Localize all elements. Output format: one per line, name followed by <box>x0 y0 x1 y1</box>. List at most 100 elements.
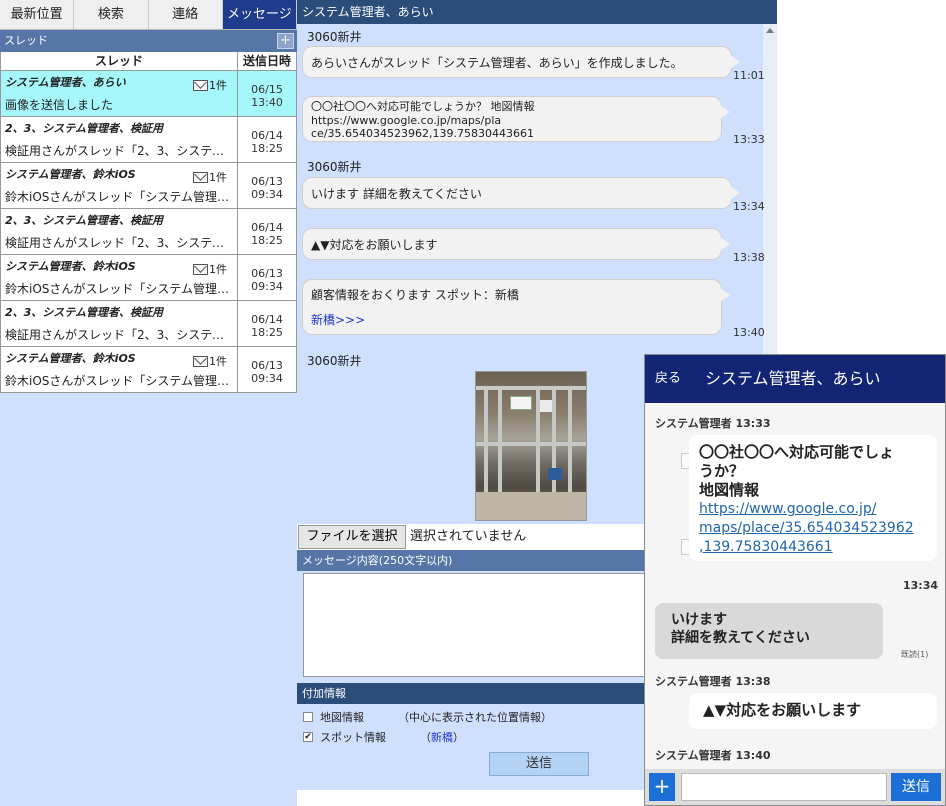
thread-table-header: スレッド 送信日時 <box>1 52 296 71</box>
thread-datetime: 06/13 09:34 <box>238 163 296 208</box>
column-header-thread: スレッド <box>1 52 238 70</box>
phone-map-link[interactable]: maps/place/35.654034523962 <box>699 519 927 538</box>
add-thread-button[interactable]: + <box>277 33 294 49</box>
send-button[interactable]: 送信 <box>489 752 589 776</box>
phone-title: システム管理者、あらい <box>705 369 881 388</box>
chat-title: システム管理者、あらい <box>297 0 777 24</box>
tab-search[interactable]: 検索 <box>74 0 149 29</box>
spot-link[interactable]: 新橋>>> <box>311 311 713 328</box>
photo-detail <box>498 390 502 500</box>
mail-icon <box>193 171 208 183</box>
choose-file-button[interactable]: ファイルを選択 <box>298 525 406 549</box>
main-tabs: 最新位置 検索 連絡 メッセージ <box>0 0 297 30</box>
thread-row[interactable]: システム管理者、鈴木iOS 1件 鈴木iOSさんがスレッド「システム管理者、… … <box>1 255 296 301</box>
thread-preview: 鈴木iOSさんがスレッド「システム管理者、… <box>5 374 233 388</box>
option-spot-paren-open: （ <box>420 731 431 744</box>
phone-own-bubble: いけます 詳細を教えてください <box>655 603 883 659</box>
thread-cell: システム管理者、鈴木iOS 1件 鈴木iOSさんがスレッド「システム管理者、… <box>1 347 238 392</box>
unread-count: 1件 <box>209 263 227 276</box>
thread-datetime: 06/13 09:34 <box>238 255 296 300</box>
thread-header: スレッド + <box>0 30 297 52</box>
thread-title: システム管理者、鈴木iOS <box>5 168 136 181</box>
spot-checkbox[interactable]: ✔ <box>303 732 313 742</box>
phone-message-text: 〇〇社〇〇へ対応可能でしょ <box>699 443 895 461</box>
thread-date: 06/13 <box>251 267 283 280</box>
thread-row[interactable]: 2、3、システム管理者、検証用 検証用さんがスレッド「2、3、システム管理… 0… <box>1 117 296 163</box>
phone-map-link[interactable]: https://www.google.co.jp/ <box>699 500 927 519</box>
thread-table: スレッド 送信日時 システム管理者、あらい 1件 画像を送信しました 06/15… <box>0 52 297 393</box>
option-spot-link[interactable]: 新橋 <box>431 731 453 744</box>
thread-row[interactable]: 2、3、システム管理者、検証用 検証用さんがスレッド「2、3、システム管理… 0… <box>1 209 296 255</box>
phone-message-text: ▲▼対応をお願いします <box>703 701 862 719</box>
back-button[interactable]: 戻る <box>655 355 681 403</box>
thread-time: 18:25 <box>251 234 283 247</box>
thread-panel: 最新位置 検索 連絡 メッセージ スレッド + スレッド 送信日時 システム管理… <box>0 0 297 806</box>
file-status: 選択されていません <box>410 529 527 544</box>
tab-latest-location[interactable]: 最新位置 <box>0 0 75 29</box>
thread-datetime: 06/13 09:34 <box>238 347 296 392</box>
thread-title: 2、3、システム管理者、検証用 <box>5 122 163 135</box>
thread-cell: 2、3、システム管理者、検証用 検証用さんがスレッド「2、3、システム管理… <box>1 301 238 346</box>
thread-row[interactable]: システム管理者、鈴木iOS 1件 鈴木iOSさんがスレッド「システム管理者、… … <box>1 163 296 209</box>
phone-map-link[interactable]: ,139.75830443661 <box>699 538 927 557</box>
option-map-desc: （中心に表示された位置情報） <box>398 711 552 724</box>
tab-message[interactable]: メッセージ <box>222 0 297 29</box>
phone-message-sender: システム管理者 13:38 <box>655 675 771 688</box>
thread-preview: 検証用さんがスレッド「2、3、システム管理… <box>5 328 233 342</box>
message-sender: 3060新井 <box>307 354 362 368</box>
thread-title: 2、3、システム管理者、検証用 <box>5 214 163 227</box>
phone-message-sender: システム管理者 13:33 <box>655 417 771 430</box>
scroll-up-icon[interactable] <box>766 28 774 33</box>
thread-cell: 2、3、システム管理者、検証用 検証用さんがスレッド「2、3、システム管理… <box>1 117 238 162</box>
message-text: あらいさんがスレッド「システム管理者、あらい」を作成しました。 <box>311 55 683 70</box>
attached-photo[interactable] <box>475 371 587 521</box>
mail-icon <box>193 355 208 367</box>
map-checkbox[interactable] <box>303 712 313 722</box>
thread-row[interactable]: システム管理者、あらい 1件 画像を送信しました 06/15 13:40 <box>1 71 296 117</box>
thread-date: 06/15 <box>251 83 283 96</box>
phone-message-time: 13:34 <box>903 579 939 592</box>
message-sender: 3060新井 <box>307 30 362 44</box>
photo-detail <box>548 468 562 480</box>
message-text-line: 〇〇社〇〇へ対応可能でしょうか？ 地図情報 https://www.google… <box>311 100 535 127</box>
message-time: 13:40 <box>733 326 765 339</box>
option-spot: ✔ スポット情報 （新橋） <box>303 729 464 745</box>
option-map-label: 地図情報 <box>320 711 364 724</box>
unread-count: 1件 <box>209 171 227 184</box>
thread-cell: システム管理者、鈴木iOS 1件 鈴木iOSさんがスレッド「システム管理者、… <box>1 163 238 208</box>
message-bubble: いけます 詳細を教えてください <box>302 177 740 209</box>
option-map: 地図情報 （中心に表示された位置情報） <box>303 709 552 725</box>
message-time: 13:33 <box>733 133 765 146</box>
phone-preview: 戻る システム管理者、あらい システム管理者 13:33 〇〇社〇〇へ対応可能で… <box>644 354 946 806</box>
phone-message-input[interactable] <box>681 773 887 801</box>
option-spot-paren-close: ） <box>453 731 464 744</box>
photo-detail <box>536 390 540 500</box>
phone-attach-button[interactable]: + <box>649 773 675 801</box>
thread-time: 09:34 <box>251 280 283 293</box>
thread-title: システム管理者、あらい <box>5 76 126 89</box>
phone-message-sender: システム管理者 13:40 <box>655 749 771 762</box>
thread-row[interactable]: 2、3、システム管理者、検証用 検証用さんがスレッド「2、3、システム管理… 0… <box>1 301 296 347</box>
photo-detail <box>552 390 556 500</box>
phone-send-button[interactable]: 送信 <box>891 773 941 801</box>
unread-badge: 1件 <box>193 353 227 369</box>
thread-preview: 検証用さんがスレッド「2、3、システム管理… <box>5 144 233 158</box>
phone-message-bubble: 〇〇社〇〇へ対応可能でしょ うか？ 地図情報 https://www.googl… <box>689 435 937 561</box>
photo-detail <box>476 492 586 520</box>
photo-detail <box>510 396 532 410</box>
tab-contact[interactable]: 連絡 <box>149 0 223 29</box>
thread-date: 06/14 <box>251 129 283 142</box>
thread-row[interactable]: システム管理者、鈴木iOS 1件 鈴木iOSさんがスレッド「システム管理者、… … <box>1 347 296 393</box>
phone-own-text: いけます <box>671 612 727 628</box>
message-time: 13:34 <box>733 200 765 213</box>
message-time: 13:38 <box>733 251 765 264</box>
phone-header: 戻る システム管理者、あらい <box>645 355 945 403</box>
thread-cell: システム管理者、鈴木iOS 1件 鈴木iOSさんがスレッド「システム管理者、… <box>1 255 238 300</box>
thread-datetime: 06/14 18:25 <box>238 209 296 254</box>
thread-title: システム管理者、鈴木iOS <box>5 352 136 365</box>
option-spot-desc: （新橋） <box>420 729 464 745</box>
message-time: 11:01 <box>733 69 765 82</box>
message-sender: 3060新井 <box>307 160 362 174</box>
thread-date: 06/13 <box>251 359 283 372</box>
thread-time: 18:25 <box>251 142 283 155</box>
